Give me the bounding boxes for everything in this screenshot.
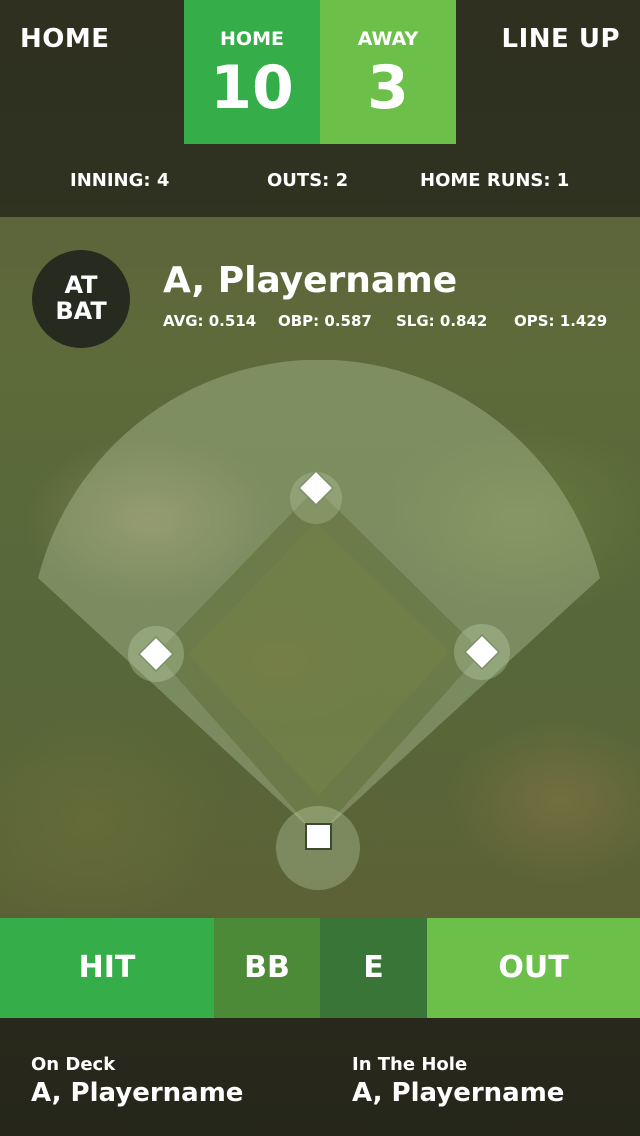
action-bar: HIT BB E OUT: [0, 918, 640, 1018]
home-nav-button[interactable]: HOME: [20, 24, 110, 54]
baseball-diamond: [38, 360, 600, 890]
in-the-hole-player-name: A, Playername: [352, 1078, 565, 1108]
walk-button[interactable]: BB: [214, 918, 320, 1018]
at-bat-badge-line2: BAT: [55, 297, 107, 325]
inning-stat: INNING: 4: [70, 170, 170, 191]
hit-button[interactable]: HIT: [0, 918, 214, 1018]
at-bat-badge: AT BAT: [32, 250, 130, 348]
home-score-panel: HOME 10: [184, 0, 320, 144]
away-score-label: AWAY: [357, 28, 419, 50]
away-score-panel: AWAY 3: [320, 0, 456, 144]
player-slg: SLG: 0.842: [396, 312, 488, 330]
error-button[interactable]: E: [320, 918, 427, 1018]
out-button[interactable]: OUT: [427, 918, 640, 1018]
batting-queue-bar: On Deck A, Playername In The Hole A, Pla…: [0, 1018, 640, 1136]
home-score-value: 10: [210, 53, 294, 123]
lineup-nav-button[interactable]: LINE UP: [502, 24, 620, 54]
on-deck-label: On Deck: [31, 1054, 116, 1075]
on-deck-player-name: A, Playername: [31, 1078, 244, 1108]
player-ops: OPS: 1.429: [514, 312, 608, 330]
at-bat-badge-line1: AT: [64, 271, 98, 299]
home-score-label: HOME: [220, 28, 284, 50]
in-the-hole-label: In The Hole: [352, 1054, 468, 1075]
at-bat-player-name: A, Playername: [163, 260, 458, 301]
away-score-value: 3: [367, 53, 409, 123]
home-runs-stat: HOME RUNS: 1: [420, 170, 570, 191]
player-obp: OBP: 0.587: [278, 312, 372, 330]
player-avg: AVG: 0.514: [163, 312, 257, 330]
outs-stat: OUTS: 2: [267, 170, 349, 191]
home-plate-icon[interactable]: [305, 823, 332, 850]
